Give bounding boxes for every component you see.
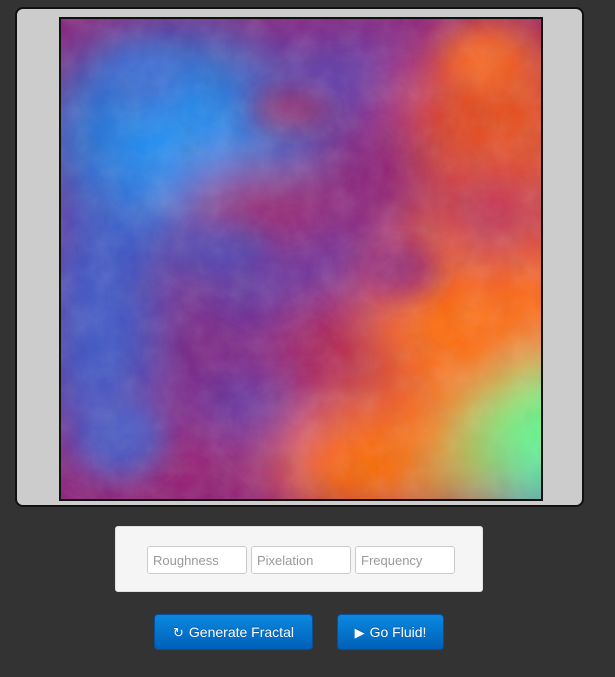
refresh-icon: ↻ bbox=[173, 624, 184, 640]
generate-fractal-label: Generate Fractal bbox=[188, 624, 294, 640]
fractal-controls-panel bbox=[115, 526, 483, 592]
roughness-input[interactable] bbox=[147, 546, 247, 574]
play-icon: ▶ bbox=[354, 624, 365, 640]
fractal-frame bbox=[15, 7, 584, 507]
generate-fractal-button[interactable]: ↻ Generate Fractal bbox=[154, 614, 313, 650]
go-fluid-button[interactable]: ▶ Go Fluid! bbox=[337, 614, 444, 650]
fractal-image bbox=[61, 19, 541, 499]
pixelation-input[interactable] bbox=[251, 546, 351, 574]
go-fluid-label: Go Fluid! bbox=[369, 624, 427, 640]
frequency-input[interactable] bbox=[355, 546, 455, 574]
fractal-canvas[interactable] bbox=[59, 17, 543, 501]
